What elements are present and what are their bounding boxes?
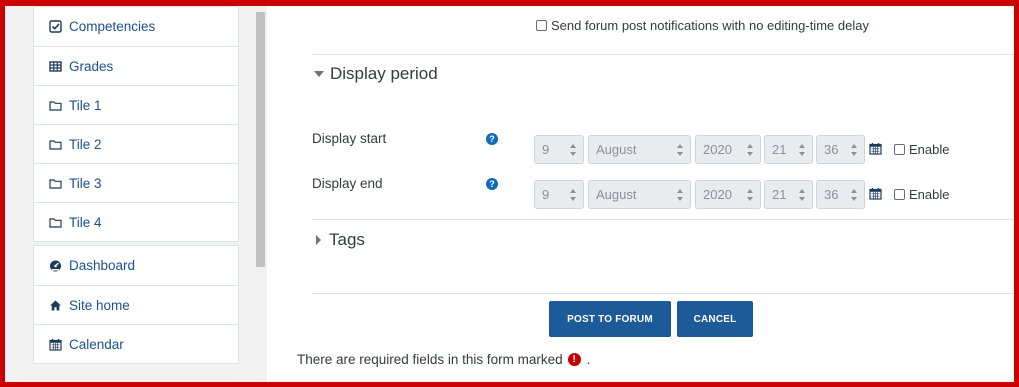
display-end-minute-select[interactable]: 36 [816, 180, 865, 209]
sidebar-item-dashboard[interactable]: Dashboard [34, 246, 238, 285]
display-end-enable[interactable]: Enable [894, 187, 949, 202]
display-start-month-select[interactable]: August [588, 135, 691, 164]
select-value: 36 [824, 142, 839, 157]
nav-group-site: Dashboard Site home Calendar [33, 245, 239, 364]
select-value: 9 [542, 142, 550, 157]
display-end-day-select[interactable]: 9 [534, 180, 584, 209]
enable-label: Enable [909, 142, 950, 157]
sidebar-item-label: Grades [69, 58, 114, 74]
check-square-icon [49, 20, 62, 33]
select-value: August [596, 187, 637, 202]
display-end-year-select[interactable]: 2020 [695, 180, 761, 209]
folder-icon [49, 99, 62, 112]
divider [312, 293, 1014, 294]
display-period-toggle[interactable]: Display period [314, 64, 438, 84]
select-arrows-icon [570, 189, 576, 201]
display-start-enable[interactable]: Enable [894, 142, 949, 157]
display-end-label: Display end [312, 176, 383, 191]
required-note-text: There are required fields in this form m… [297, 352, 563, 367]
select-arrows-icon [851, 144, 857, 156]
notify-no-delay-checkbox[interactable] [536, 20, 547, 31]
sidebar-item-label: Dashboard [69, 258, 136, 273]
select-value: 2020 [703, 142, 732, 157]
select-value: 9 [542, 187, 550, 202]
display-start-enable-checkbox[interactable] [894, 144, 905, 155]
sidebar-item-calendar[interactable]: Calendar [34, 324, 238, 363]
cancel-button[interactable]: CANCEL [677, 301, 753, 337]
select-arrows-icon [799, 189, 805, 201]
caret-right-icon [316, 235, 321, 245]
post-to-forum-button[interactable]: POST TO FORUM [549, 301, 671, 337]
display-end-hour-select[interactable]: 21 [764, 180, 813, 209]
sidebar-scrollbar[interactable] [254, 6, 267, 382]
folder-icon [49, 138, 62, 151]
help-icon[interactable]: ? [486, 133, 498, 145]
required-exclamation-icon: ! [567, 353, 581, 366]
nav-column: Competencies Grades Tile 1 Tile 2 Tile 3… [33, 6, 239, 364]
sidebar-item-site-home[interactable]: Site home [34, 285, 238, 324]
select-value: August [596, 142, 637, 157]
notify-no-delay-label: Send forum post notifications with no ed… [551, 18, 869, 33]
select-arrows-icon [747, 189, 753, 201]
display-start-minute-select[interactable]: 36 [816, 135, 865, 164]
tags-heading: Tags [329, 230, 365, 249]
home-icon [49, 299, 62, 312]
sidebar-item-label: Site home [69, 297, 130, 313]
sidebar-item-tile-4[interactable]: Tile 4 [34, 202, 238, 241]
sidebar-item-label: Competencies [69, 19, 156, 34]
select-arrows-icon [799, 144, 805, 156]
forum-post-form: Send forum post notifications with no ed… [281, 6, 1014, 382]
select-arrows-icon [851, 189, 857, 201]
sidebar-item-tile-1[interactable]: Tile 1 [34, 85, 238, 124]
sidebar-item-grades[interactable]: Grades [34, 46, 238, 85]
display-start-row: Display start ? 9 August 2020 21 36 Enab… [312, 129, 1012, 164]
nav-group-course: Competencies Grades Tile 1 Tile 2 Tile 3… [33, 6, 239, 242]
calendar-icon[interactable] [869, 187, 882, 200]
folder-icon [49, 216, 62, 229]
required-note-suffix: . [586, 352, 591, 367]
calendar-icon[interactable] [869, 142, 882, 155]
select-arrows-icon [570, 144, 576, 156]
display-period-heading: Display period [330, 64, 438, 83]
caret-down-icon [314, 71, 324, 77]
select-arrows-icon [747, 144, 753, 156]
tags-toggle[interactable]: Tags [314, 230, 365, 250]
sidebar-item-label: Calendar [69, 336, 124, 352]
select-value: 21 [772, 142, 787, 157]
select-value: 21 [772, 187, 787, 202]
select-arrows-icon [677, 189, 683, 201]
notify-no-delay-option[interactable]: Send forum post notifications with no ed… [536, 18, 869, 33]
display-end-month-select[interactable]: August [588, 180, 691, 209]
divider [312, 54, 1014, 55]
display-start-year-select[interactable]: 2020 [695, 135, 761, 164]
help-icon[interactable]: ? [486, 178, 498, 190]
tachometer-icon [49, 259, 62, 272]
display-end-enable-checkbox[interactable] [894, 189, 905, 200]
sidebar-item-label: Tile 2 [69, 136, 102, 152]
sidebar-item-label: Tile 4 [69, 214, 102, 230]
calendar-icon [49, 338, 62, 351]
scrollbar-thumb[interactable] [256, 12, 265, 267]
sidebar-item-tile-2[interactable]: Tile 2 [34, 124, 238, 163]
enable-label: Enable [909, 187, 950, 202]
sidebar: Competencies Grades Tile 1 Tile 2 Tile 3… [5, 6, 267, 382]
folder-icon [49, 177, 62, 190]
select-value: 2020 [703, 187, 732, 202]
display-start-label: Display start [312, 131, 387, 146]
sidebar-item-label: Tile 1 [69, 97, 102, 113]
display-end-row: Display end ? 9 August 2020 21 36 Enable [312, 174, 1012, 209]
sidebar-item-competencies[interactable]: Competencies [34, 7, 238, 46]
display-start-hour-select[interactable]: 21 [764, 135, 813, 164]
sidebar-item-label: Tile 3 [69, 175, 102, 191]
display-start-day-select[interactable]: 9 [534, 135, 584, 164]
sidebar-item-tile-3[interactable]: Tile 3 [34, 163, 238, 202]
select-arrows-icon [677, 144, 683, 156]
table-icon [49, 60, 62, 73]
select-value: 36 [824, 187, 839, 202]
divider [312, 219, 1014, 220]
required-fields-note: There are required fields in this form m… [297, 352, 590, 367]
